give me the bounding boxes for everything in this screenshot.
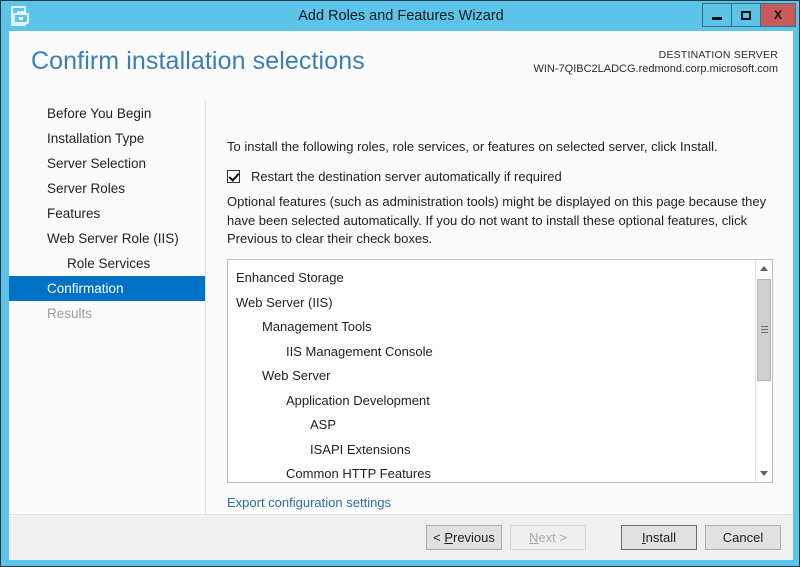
maximize-icon (741, 10, 751, 20)
client-area: Confirm installation selections DESTINAT… (9, 31, 793, 560)
page-header: Confirm installation selections DESTINAT… (9, 31, 793, 94)
page-title: Confirm installation selections (31, 47, 365, 75)
sidebar-item-web-server-role-iis[interactable]: Web Server Role (IIS) (9, 226, 205, 251)
minimize-icon (712, 16, 722, 20)
listbox-vertical-scrollbar[interactable] (755, 260, 772, 482)
list-item: Application Development (286, 392, 430, 408)
cancel-button[interactable]: Cancel (705, 525, 781, 550)
selected-features-listbox[interactable]: Enhanced Storage Web Server (IIS) Manage… (227, 259, 773, 483)
close-button[interactable]: X (760, 3, 796, 27)
window-controls: X (702, 3, 796, 27)
window-title: Add Roles and Features Wizard (298, 8, 504, 24)
wizard-step-navigation: Before You Begin Installation Type Serve… (9, 101, 206, 526)
minimize-button[interactable] (702, 3, 732, 27)
optional-features-note: Optional features (such as administratio… (227, 194, 767, 246)
wizard-window: Add Roles and Features Wizard X Confirm … (0, 0, 800, 567)
chevron-down-icon (760, 471, 768, 476)
restart-checkbox-label[interactable]: Restart the destination server automatic… (251, 169, 562, 184)
sidebar-item-before-you-begin[interactable]: Before You Begin (9, 101, 205, 126)
scrollbar-thumb[interactable] (757, 279, 771, 381)
restart-checkbox-row[interactable]: Restart the destination server automatic… (227, 169, 562, 184)
install-instruction-text: To install the following roles, role ser… (227, 139, 718, 154)
sidebar-item-confirmation[interactable]: Confirmation (9, 276, 205, 301)
next-button: Next > (510, 525, 586, 550)
list-item: Common HTTP Features (286, 466, 431, 481)
title-bar: Add Roles and Features Wizard X (1, 1, 799, 31)
list-item: Web Server (262, 368, 331, 383)
restart-checkbox[interactable] (227, 170, 240, 183)
list-item: ASP (310, 417, 337, 432)
sidebar-item-server-roles[interactable]: Server Roles (9, 176, 205, 201)
list-item: Web Server (IIS) (236, 294, 333, 310)
list-item: ISAPI Extensions (310, 441, 411, 457)
export-configuration-settings-link[interactable]: Export configuration settings (227, 495, 391, 510)
list-item: Enhanced Storage (236, 270, 344, 285)
previous-button[interactable]: < Previous (426, 525, 502, 550)
listbox-scrollport: Enhanced Storage Web Server (IIS) Manage… (228, 260, 755, 482)
chevron-up-icon (760, 266, 768, 271)
sidebar-item-role-services[interactable]: Role Services (9, 251, 205, 276)
listbox-items: Enhanced Storage Web Server (IIS) Manage… (228, 260, 755, 482)
sidebar-item-results: Results (47, 306, 93, 321)
scrollbar-grip-icon (761, 326, 768, 333)
install-button[interactable]: Install (621, 525, 697, 550)
wizard-button-row: < Previous Next > Install Cancel (418, 525, 781, 550)
destination-server-block: DESTINATION SERVER WIN-7QIBC2LADCG.redmo… (533, 48, 778, 77)
list-item: IIS Management Console (286, 343, 433, 359)
main-content: To install the following roles, role ser… (207, 101, 793, 528)
sidebar-item-server-selection[interactable]: Server Selection (9, 151, 205, 176)
maximize-button[interactable] (731, 3, 761, 27)
list-item: Management Tools (262, 319, 372, 334)
destination-server-name: WIN-7QIBC2LADCG.redmond.corp.microsoft.c… (533, 63, 778, 75)
scroll-down-button[interactable] (756, 465, 772, 482)
wizard-footer: < Previous Next > Install Cancel (9, 514, 793, 560)
sidebar-item-features[interactable]: Features (9, 201, 205, 226)
scroll-up-button[interactable] (756, 260, 772, 277)
destination-server-label: DESTINATION SERVER (658, 49, 778, 61)
sidebar-item-installation-type[interactable]: Installation Type (9, 126, 205, 151)
